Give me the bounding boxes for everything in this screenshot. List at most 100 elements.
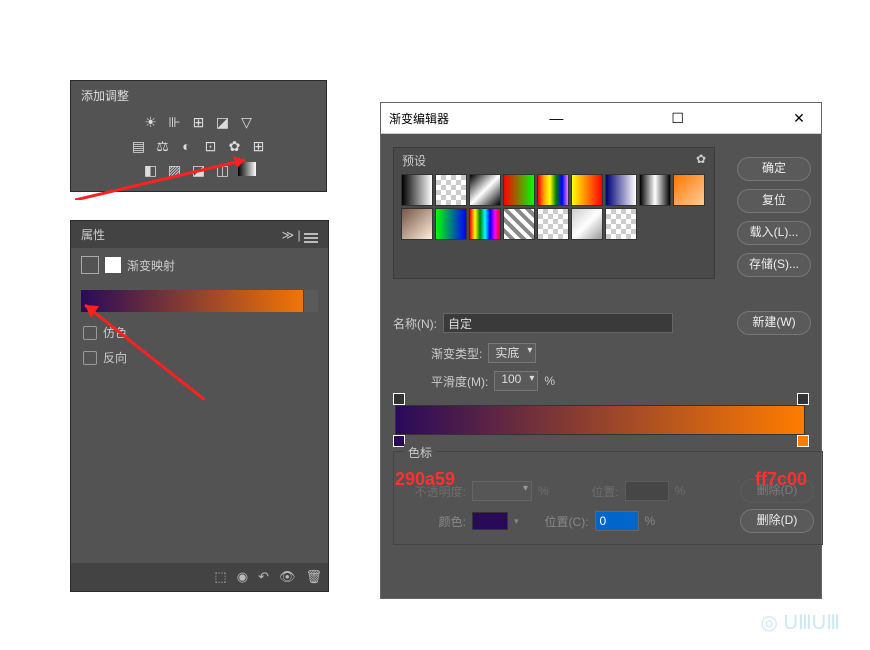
gradient-preview[interactable] — [81, 290, 318, 312]
smoothness-label: 平滑度(M): — [431, 373, 488, 390]
type-select[interactable]: 实底 — [488, 343, 536, 363]
load-button[interactable]: 载入(L)... — [737, 221, 811, 245]
presets-box: 预设 ✿ — [393, 147, 715, 279]
gradient-editor-dialog: 渐变编辑器 — ☐ ✕ 预设 ✿ 确定 复位 载入(L)... 存储(S)... 名称(… — [380, 102, 822, 599]
mask-icon[interactable] — [105, 257, 121, 273]
maximize-button[interactable]: ☐ — [664, 110, 692, 127]
pos2-label: 位置(C): — [525, 513, 589, 530]
selective-icon[interactable]: ◫ — [214, 162, 232, 178]
exposure-icon[interactable]: ◪ — [214, 114, 232, 130]
balance-icon[interactable]: ⚖ — [154, 138, 172, 154]
color-controls: 颜色:▾位置(C):%删除(D) — [402, 506, 814, 536]
properties-header-label: 属性 — [81, 226, 105, 243]
photo-filter-icon[interactable]: ⊡ — [202, 138, 220, 154]
smoothness-select[interactable]: 100 — [494, 371, 538, 391]
gradient-map-icon[interactable] — [238, 162, 256, 176]
reverse-row[interactable]: 反向 — [71, 345, 328, 370]
preset-swatch[interactable] — [435, 174, 467, 206]
pos2-input[interactable] — [595, 511, 639, 531]
color-swatch[interactable] — [472, 512, 508, 530]
dither-label: 仿色 — [103, 324, 127, 341]
adjustment-type-icon — [81, 256, 99, 274]
clip-icon[interactable]: ⬚ — [214, 569, 226, 585]
gradient-edit-bar[interactable] — [395, 405, 805, 435]
preset-swatch[interactable] — [435, 208, 467, 240]
preset-swatch[interactable] — [503, 174, 535, 206]
preset-swatch[interactable] — [571, 208, 603, 240]
save-button[interactable]: 存储(S)... — [737, 253, 811, 277]
lut-icon[interactable]: ⊞ — [250, 138, 268, 154]
adj-row-3: ◧ ▨ ◪ ◫ — [71, 158, 326, 182]
curves-icon[interactable]: ⊞ — [190, 114, 208, 130]
presets-header: 预设 ✿ — [394, 148, 714, 173]
stops-section: 色标 不透明度:%位置:%删除(D) 颜色:▾位置(C):%删除(D) — [393, 451, 823, 545]
preset-swatch[interactable] — [605, 174, 637, 206]
preset-swatch[interactable] — [537, 208, 569, 240]
color-label: 颜色: — [402, 513, 466, 530]
right-color-code: ff7c00 — [755, 469, 807, 490]
bw-icon[interactable]: ◐ — [178, 138, 196, 154]
properties-panel: 属性 ≫ | 渐变映射 仿色 反向 ⬚ ◉ ↶ 👁 🗑 — [70, 220, 329, 592]
dither-checkbox[interactable] — [83, 326, 97, 340]
preset-swatch[interactable] — [503, 208, 535, 240]
presets-menu-icon[interactable]: ✿ — [696, 152, 706, 169]
properties-title: 渐变映射 — [127, 257, 175, 274]
mixer-icon[interactable]: ✿ — [226, 138, 244, 154]
dither-row[interactable]: 仿色 — [71, 320, 328, 345]
preset-swatch[interactable] — [401, 174, 433, 206]
preset-swatch[interactable] — [537, 174, 569, 206]
name-label: 名称(N): — [393, 315, 437, 332]
dialog-titlebar[interactable]: 渐变编辑器 — ☐ ✕ — [381, 103, 821, 134]
type-label: 渐变类型: — [431, 345, 482, 362]
pct-label: % — [544, 374, 555, 388]
vibrance-icon[interactable]: ▽ — [238, 114, 256, 130]
left-color-code: 290a59 — [395, 469, 455, 490]
close-button[interactable]: ✕ — [785, 110, 813, 127]
new-button[interactable]: 新建(W) — [737, 311, 811, 335]
adjustments-panel: 添加调整 ☀ ⊪ ⊞ ◪ ▽ ▤ ⚖ ◐ ⊡ ✿ ⊞ ◧ ▨ ◪ ◫ — [70, 80, 327, 192]
smoothness-row: 平滑度(M): 100% — [431, 371, 555, 391]
color-annotations: 290a59 ff7c00 — [381, 469, 821, 490]
name-row: 名称(N): — [393, 313, 673, 333]
adj-row-1: ☀ ⊪ ⊞ ◪ ▽ — [71, 110, 326, 134]
brightness-icon[interactable]: ☀ — [142, 114, 160, 130]
type-row: 渐变类型: 实底 — [431, 343, 536, 363]
delete-color-button[interactable]: 删除(D) — [740, 509, 814, 533]
preset-grid — [394, 173, 714, 241]
reverse-label: 反向 — [103, 349, 127, 366]
posterize-icon[interactable]: ▨ — [166, 162, 184, 178]
levels-icon[interactable]: ⊪ — [166, 114, 184, 130]
preset-swatch[interactable] — [605, 208, 637, 240]
presets-label: 预设 — [402, 152, 426, 169]
visibility-icon[interactable]: 👁 — [279, 569, 296, 585]
preset-swatch[interactable] — [571, 174, 603, 206]
watermark: ◎ UⅢUⅢ — [761, 610, 840, 635]
preset-swatch[interactable] — [469, 174, 501, 206]
ok-button[interactable]: 确定 — [737, 157, 811, 181]
properties-title-row: 渐变映射 — [71, 248, 328, 282]
opacity-stop-left[interactable] — [393, 393, 405, 405]
adjustments-title: 添加调整 — [71, 81, 326, 110]
preset-swatch[interactable] — [469, 208, 501, 240]
preset-swatch[interactable] — [401, 208, 433, 240]
reset-button[interactable]: 复位 — [737, 189, 811, 213]
stops-header: 色标 — [404, 444, 436, 461]
properties-header: 属性 ≫ | — [71, 221, 328, 248]
trash-icon[interactable]: 🗑 — [305, 569, 322, 585]
adj-row-2: ▤ ⚖ ◐ ⊡ ✿ ⊞ — [71, 134, 326, 158]
button-column: 确定 复位 载入(L)... 存储(S)... — [737, 157, 811, 277]
threshold-icon[interactable]: ◪ — [190, 162, 208, 178]
minimize-button[interactable]: — — [542, 110, 570, 126]
reverse-checkbox[interactable] — [83, 351, 97, 365]
prev-icon[interactable]: ◉ — [237, 569, 248, 585]
panel-menu-icon[interactable]: ≫ | — [282, 228, 318, 242]
preset-swatch[interactable] — [673, 174, 705, 206]
reset-icon[interactable]: ↶ — [258, 569, 269, 585]
name-input[interactable] — [443, 313, 673, 333]
preset-swatch[interactable] — [639, 174, 671, 206]
hue-icon[interactable]: ▤ — [130, 138, 148, 154]
invert-icon[interactable]: ◧ — [142, 162, 160, 178]
opacity-stop-right[interactable] — [797, 393, 809, 405]
dialog-title: 渐变编辑器 — [389, 110, 449, 127]
color-stop-right[interactable] — [797, 435, 809, 447]
